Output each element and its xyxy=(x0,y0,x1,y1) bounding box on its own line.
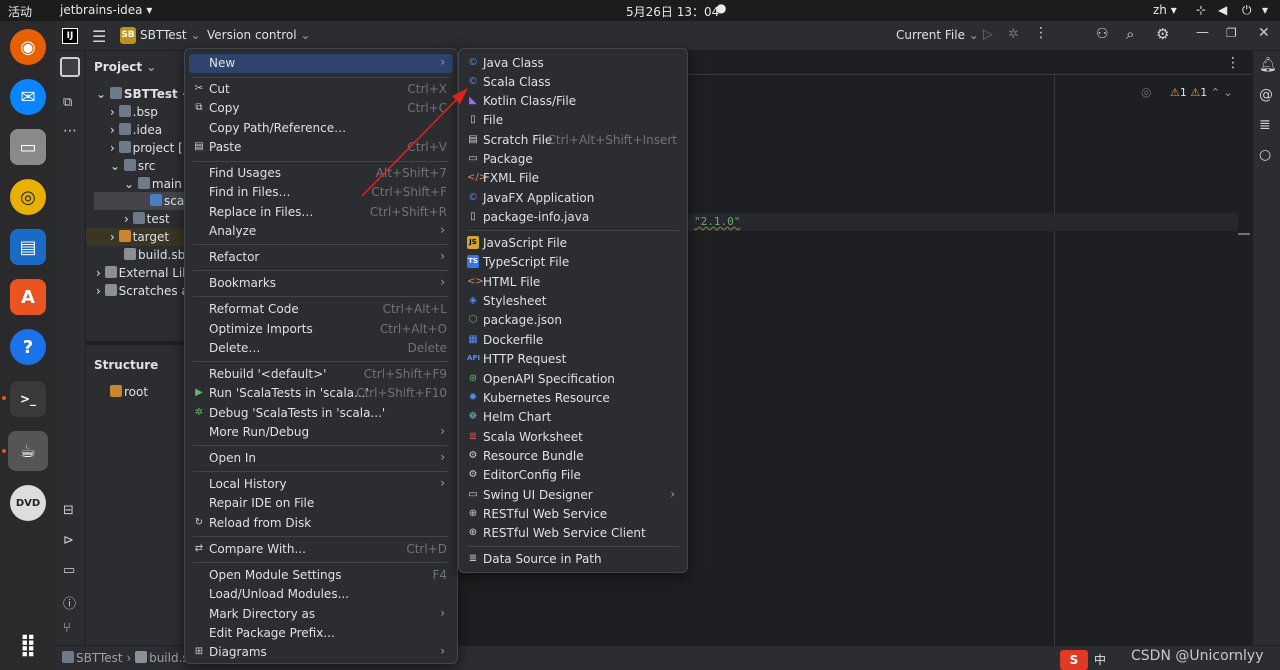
annotation-arrow xyxy=(361,88,468,197)
